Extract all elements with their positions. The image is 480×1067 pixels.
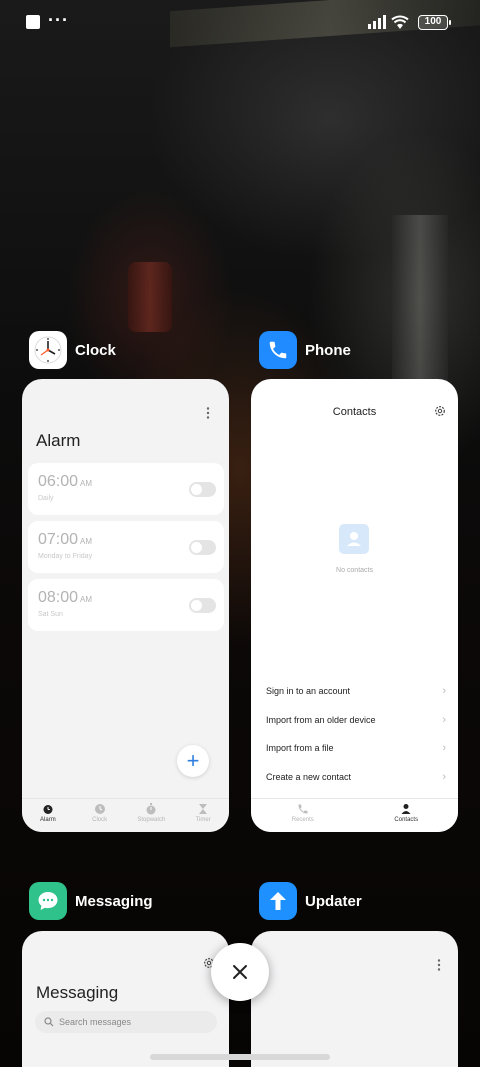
menu-label: Import from a file	[266, 743, 334, 753]
updater-more-options-icon[interactable]	[437, 959, 441, 971]
nav-stopwatch-label: Stopwatch	[137, 817, 166, 823]
chevron-right-icon: ›	[442, 742, 446, 754]
nav-recents-label: Recents	[291, 817, 314, 823]
alarm-clock-icon	[43, 805, 53, 814]
empty-contacts-text: No contacts	[336, 567, 373, 574]
clock-screen-title: Alarm	[36, 431, 81, 450]
contacts-screen-title: Contacts	[332, 406, 377, 418]
search-placeholder: Search messages	[59, 1017, 132, 1027]
nav-alarm-label: Alarm	[40, 817, 56, 823]
alarm-repeat: Sat Sun	[38, 611, 63, 618]
messaging-screen-title: Messaging	[36, 983, 119, 1002]
nav-recents[interactable]: Recents	[251, 799, 355, 832]
close-icon	[233, 965, 247, 979]
nav-timer-label: Timer	[195, 817, 211, 823]
wifi-icon	[391, 15, 409, 29]
menu-label: Create a new contact	[266, 772, 352, 782]
updater-app-name: Updater	[305, 892, 362, 910]
updater-app-card[interactable]	[251, 931, 458, 1067]
alarm-repeat: Monday to Friday	[38, 553, 93, 560]
messaging-app-card[interactable]: Messaging Search messages	[22, 931, 229, 1067]
alarm-ampm: AM	[80, 537, 93, 546]
nav-clock-label: Clock	[92, 817, 108, 823]
alarm-ampm: AM	[80, 595, 93, 604]
alarm-toggle[interactable]	[189, 482, 216, 497]
messaging-app-header[interactable]: Messaging	[29, 882, 153, 920]
updater-app-header[interactable]: Updater	[259, 882, 362, 920]
clock-face-icon	[29, 331, 67, 369]
chat-bubble-icon	[29, 882, 67, 920]
nav-contacts-label: Contacts	[394, 817, 419, 823]
messaging-app-name: Messaging	[75, 892, 153, 910]
phone-app-card[interactable]: Contacts No contacts Sign in to an accou…	[251, 379, 458, 832]
search-messages-input[interactable]: Search messages	[35, 1011, 217, 1033]
alarm-time: 07:00	[38, 531, 79, 548]
person-icon	[401, 804, 411, 814]
add-alarm-button[interactable]: +	[177, 745, 209, 777]
create-contact-row[interactable]: Create a new contact ›	[266, 771, 446, 783]
wallpaper-post	[392, 215, 448, 385]
contact-card-icon	[339, 524, 369, 554]
alarm-time: 08:00	[38, 589, 79, 606]
alarm-toggle[interactable]	[189, 540, 216, 555]
close-all-button[interactable]	[211, 943, 269, 1001]
alarm-repeat: Daily	[38, 495, 54, 502]
hourglass-icon	[199, 804, 208, 814]
clock-app-name: Clock	[75, 341, 116, 359]
phone-app-name: Phone	[305, 341, 351, 359]
sign-in-account-row[interactable]: Sign in to an account ›	[266, 685, 446, 697]
notification-square-icon	[26, 15, 40, 29]
menu-label: Sign in to an account	[266, 686, 351, 696]
status-bar: ··· 100	[0, 0, 480, 46]
stopwatch-icon	[146, 803, 156, 815]
clock-more-options-icon[interactable]	[206, 407, 210, 419]
clock-icon	[94, 804, 105, 814]
alarm-item[interactable]: 07:00 AM Monday to Friday	[28, 521, 224, 573]
clock-bottom-nav: Alarm Clock Stopwatch Timer	[22, 798, 229, 832]
phone-bottom-nav: Recents Contacts	[251, 798, 458, 832]
import-file-row[interactable]: Import from a file ›	[266, 742, 446, 754]
alarm-item[interactable]: 08:00 AM Sat Sun	[28, 579, 224, 631]
alarm-time: 06:00	[38, 473, 79, 490]
more-notifications-icon: ···	[48, 10, 69, 30]
phone-handset-icon	[298, 804, 308, 814]
alarm-ampm: AM	[80, 479, 93, 488]
chevron-right-icon: ›	[442, 685, 446, 697]
signal-icon	[368, 15, 386, 29]
chevron-right-icon: ›	[442, 714, 446, 726]
clock-app-card[interactable]: Alarm 06:00 AM Daily 07:00 AM Monday to Fr…	[22, 379, 229, 832]
nav-stopwatch[interactable]: Stopwatch	[126, 799, 178, 832]
chevron-right-icon: ›	[442, 771, 446, 783]
phone-handset-icon	[259, 331, 297, 369]
gear-icon[interactable]	[434, 405, 446, 417]
alarm-toggle[interactable]	[189, 598, 216, 613]
clock-app-header[interactable]: Clock	[29, 331, 116, 369]
nav-clock[interactable]: Clock	[74, 799, 126, 832]
search-icon	[44, 1017, 54, 1027]
nav-timer[interactable]: Timer	[177, 799, 229, 832]
wallpaper-lantern	[128, 262, 172, 332]
phone-app-header[interactable]: Phone	[259, 331, 351, 369]
home-indicator[interactable]	[150, 1054, 330, 1060]
nav-contacts[interactable]: Contacts	[355, 799, 459, 832]
menu-label: Import from an older device	[266, 715, 376, 725]
import-older-device-row[interactable]: Import from an older device ›	[266, 714, 446, 726]
alarm-item[interactable]: 06:00 AM Daily	[28, 463, 224, 515]
arrow-up-icon	[259, 882, 297, 920]
battery-indicator: 100	[418, 15, 451, 30]
nav-alarm[interactable]: Alarm	[22, 799, 74, 832]
